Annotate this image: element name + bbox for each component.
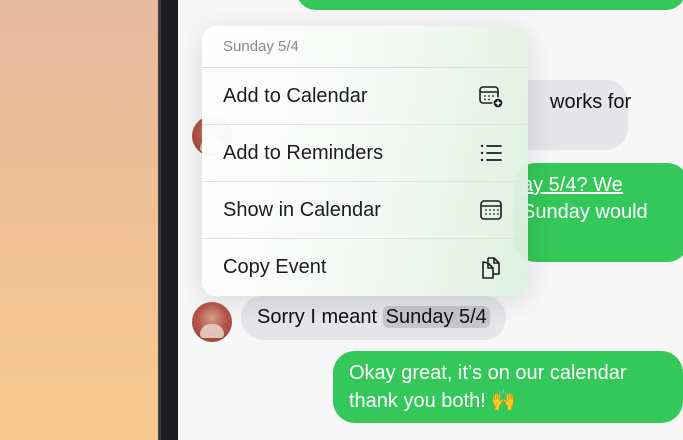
detected-date-link[interactable]: Sunday 5/4 [382, 306, 490, 328]
menu-item-add-to-reminders[interactable]: Add to Reminders [202, 125, 528, 182]
raised-hands-emoji-icon: 🙌 [491, 388, 517, 412]
contact-avatar[interactable] [192, 302, 232, 342]
menu-item-show-in-calendar[interactable]: Show in Calendar [202, 182, 528, 239]
wallpaper [0, 0, 160, 440]
calendar-add-icon [478, 83, 504, 109]
received-text: works for [550, 91, 632, 113]
menu-item-copy-event[interactable]: Copy Event [202, 239, 528, 296]
list-icon [478, 140, 504, 166]
menu-item-label: Show in Calendar [223, 198, 381, 221]
context-menu: Sunday 5/4 Add to Calendar Add to Remind… [202, 26, 528, 296]
device-bezel [158, 0, 178, 440]
menu-item-label: Add to Calendar [223, 84, 368, 107]
okay-text-line2: thank you both! [349, 390, 486, 412]
calendar-icon [478, 197, 504, 223]
menu-item-label: Add to Reminders [223, 141, 384, 164]
sent-bubble-okay[interactable]: Okay great, it’s on our calendar thank y… [333, 351, 683, 423]
okay-text-line1: Okay great, it’s on our calendar [349, 362, 627, 384]
menu-item-label: Copy Event [223, 256, 327, 278]
okay-text-line2-row: thank you both! 🙌 [349, 387, 667, 415]
sent-text-line2: Sunday would [522, 201, 648, 223]
received-bubble-sorry[interactable]: Sorry I meant Sunday 5/4 [241, 296, 506, 340]
sent-text-line1: ay 5/4? We [522, 174, 623, 196]
menu-header-date: Sunday 5/4 [202, 26, 528, 68]
sorry-text: Sorry I meant [257, 306, 383, 328]
bezel-edge [158, 0, 161, 440]
menu-item-add-to-calendar[interactable]: Add to Calendar [202, 68, 528, 125]
sent-bubble-date[interactable]: ay 5/4? We Sunday would [514, 163, 683, 262]
sent-bubble-top[interactable] [296, 0, 683, 10]
copy-icon [478, 255, 504, 281]
